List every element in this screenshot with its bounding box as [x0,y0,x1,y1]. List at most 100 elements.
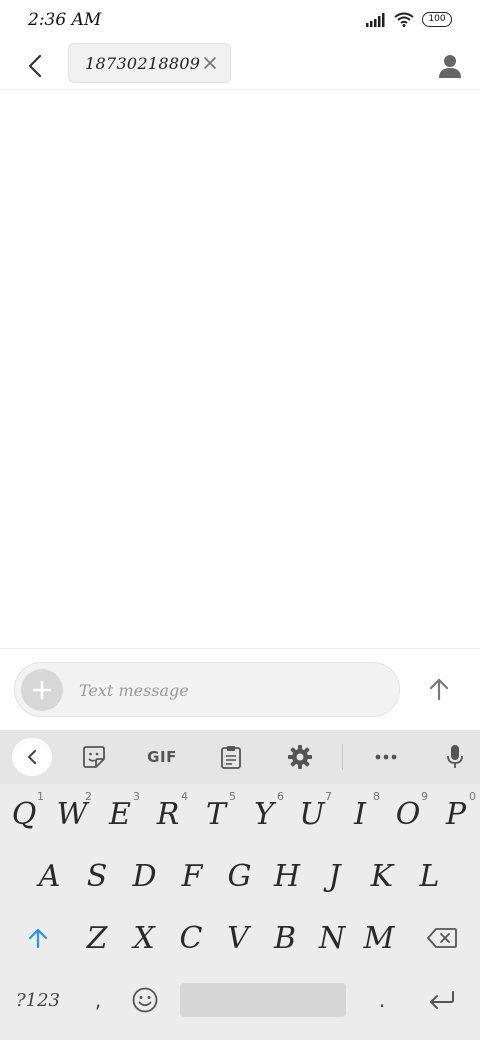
key-label: A [38,858,61,894]
arrow-up-icon [429,678,449,701]
recipient-chip[interactable]: 18730218809 [68,43,231,83]
key-t[interactable]: T5 [192,784,240,844]
key-a[interactable]: A [26,846,73,906]
key-row-3: ZXCVBNM [0,908,480,968]
symbols-key[interactable]: ?123 [8,970,68,1030]
key-s[interactable]: S [74,846,121,906]
key-x[interactable]: X [121,908,167,968]
status-icons: 100 [366,12,452,27]
key-f[interactable]: F [169,846,216,906]
key-o[interactable]: O9 [384,784,432,844]
clipboard-button[interactable] [213,739,249,775]
key-label: M [363,920,395,956]
enter-key[interactable] [414,970,470,1030]
key-p[interactable]: P0 [432,784,480,844]
keyboard-collapse-button[interactable] [12,738,52,776]
shift-icon [28,928,48,949]
key-number-hint: 7 [325,790,332,803]
key-number-hint: 4 [181,790,188,803]
key-label: P [445,796,467,832]
key-label: S [86,858,108,894]
conversation-header: 18730218809 [0,42,480,90]
plus-icon [32,680,52,700]
toolbar-divider [342,744,343,770]
key-c[interactable]: C [168,908,214,968]
attach-button[interactable] [21,669,63,711]
key-l[interactable]: L [406,846,453,906]
key-label: L [419,858,440,894]
send-button[interactable] [422,671,456,707]
key-number-hint: 8 [373,790,380,803]
key-j[interactable]: J [311,846,358,906]
more-icon [375,754,397,760]
key-label: Z [86,920,108,956]
key-label: H [273,858,301,894]
key-number-hint: 9 [421,790,428,803]
key-u[interactable]: U7 [288,784,336,844]
emoji-key[interactable] [124,970,166,1030]
key-e[interactable]: E3 [96,784,144,844]
clipboard-icon [221,746,241,769]
key-i[interactable]: I8 [336,784,384,844]
key-label: I [354,796,366,832]
key-label: N [318,920,346,956]
shift-key[interactable] [12,908,64,968]
key-label: V [227,920,249,956]
keyboard-settings-button[interactable] [282,739,318,775]
key-label: G [227,858,252,894]
key-row-2: ASDFGHJKL [0,846,480,906]
period-key[interactable]: . [360,970,404,1030]
comma-key[interactable]: , [76,970,120,1030]
key-label: T [205,796,226,832]
period-key-label: . [378,988,386,1012]
contact-button[interactable] [434,48,466,84]
key-number-hint: 1 [37,790,44,803]
microphone-icon [447,745,463,768]
key-label: U [299,796,325,832]
key-number-hint: 2 [85,790,92,803]
status-bar: 2:36 AM 100 [0,0,480,42]
message-input[interactable] [79,673,379,707]
signal-icon [366,12,385,27]
chevron-left-icon [28,750,36,764]
key-q[interactable]: Q1 [0,784,48,844]
compose-field [14,662,400,717]
conversation-area [0,91,480,648]
battery-indicator: 100 [422,12,452,27]
gear-icon [288,745,312,769]
back-button[interactable] [18,48,52,84]
key-g[interactable]: G [216,846,263,906]
space-key[interactable] [180,983,346,1017]
key-label: D [132,858,157,894]
key-label: X [133,920,155,956]
key-label: C [179,920,203,956]
comma-key-label: , [94,988,102,1012]
key-label: K [370,858,394,894]
wifi-icon [394,12,414,27]
key-d[interactable]: D [121,846,168,906]
keyboard-toolbar: GIF [0,730,480,784]
key-y[interactable]: Y6 [240,784,288,844]
more-button[interactable] [368,739,404,775]
key-m[interactable]: M [356,908,402,968]
key-row-1: Q1W2E3R4T5Y6U7I8O9P0 [0,784,480,844]
backspace-key[interactable] [414,908,470,968]
key-h[interactable]: H [264,846,311,906]
key-n[interactable]: N [309,908,355,968]
key-number-hint: 5 [229,790,236,803]
key-v[interactable]: V [215,908,261,968]
voice-input-button[interactable] [437,739,473,775]
back-arrow-icon [28,54,42,78]
key-number-hint: 0 [469,790,476,803]
key-w[interactable]: W2 [48,784,96,844]
key-label: J [328,858,341,894]
sticker-button[interactable] [76,739,112,775]
sticker-icon [83,746,105,768]
close-icon [204,57,216,69]
key-k[interactable]: K [359,846,406,906]
key-b[interactable]: B [262,908,308,968]
key-z[interactable]: Z [74,908,120,968]
remove-recipient-button[interactable] [202,55,218,71]
key-r[interactable]: R4 [144,784,192,844]
gif-button[interactable]: GIF [140,739,184,775]
